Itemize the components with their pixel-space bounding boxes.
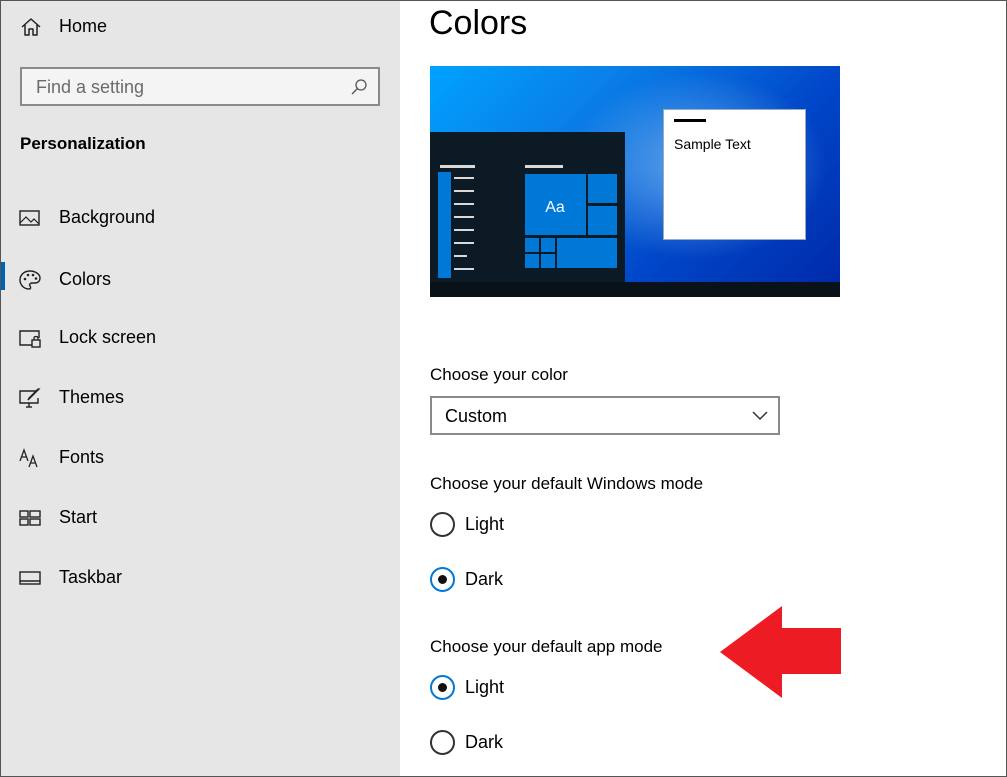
sidebar: Home Find a setting Personalization Back… [0, 0, 400, 777]
app-mode-label: Choose your default app mode [430, 637, 663, 656]
sidebar-item-label: Colors [59, 269, 112, 289]
preview-window-bar [674, 119, 706, 122]
radio-circle [430, 675, 455, 700]
main-content: Colors Aa Sample Text Choose your color … [400, 0, 1007, 777]
preview-start-menu-graphic: Aa [438, 165, 617, 278]
start-icon [19, 510, 41, 526]
radio-label: Light [465, 514, 505, 534]
sidebar-item-label: Lock screen [59, 327, 157, 347]
radio-label: Dark [465, 732, 504, 752]
page-title: Colors [429, 4, 528, 42]
preview-start-menu: Aa [430, 132, 625, 282]
radio-label: Dark [465, 569, 504, 589]
sidebar-item-background[interactable]: Background [0, 196, 400, 240]
radio-circle [430, 512, 455, 537]
preview-taskbar [430, 282, 840, 297]
sidebar-item-colors[interactable]: Colors [0, 258, 400, 302]
sidebar-item-taskbar[interactable]: Taskbar [0, 556, 400, 600]
radio-dot [438, 575, 447, 584]
home-icon [21, 18, 41, 36]
annotation-arrow-icon [720, 606, 841, 698]
preview-sample-window: Sample Text [663, 109, 806, 240]
lock-screen-icon [19, 330, 41, 348]
chevron-down-icon [752, 411, 768, 421]
sidebar-item-label: Taskbar [59, 567, 123, 587]
color-dropdown-value: Custom [445, 406, 508, 426]
windows-mode-label: Choose your default Windows mode [430, 474, 704, 493]
search-placeholder: Find a setting [36, 77, 145, 97]
sidebar-item-label: Fonts [59, 447, 105, 467]
sidebar-item-label: Start [59, 507, 98, 527]
taskbar-icon [19, 571, 41, 585]
app-mode-light-radio[interactable]: Light [430, 673, 630, 703]
windows-mode-light-radio[interactable]: Light [430, 510, 630, 540]
sidebar-item-themes[interactable]: Themes [0, 376, 400, 420]
sidebar-item-lock-screen[interactable]: Lock screen [0, 316, 400, 360]
radio-label: Light [465, 677, 505, 697]
fonts-icon [19, 448, 38, 468]
selection-indicator [0, 262, 5, 290]
radio-dot [438, 683, 447, 692]
sidebar-item-start[interactable]: Start [0, 496, 400, 540]
palette-icon [19, 270, 41, 290]
choose-color-label: Choose your color [430, 365, 568, 384]
home-label: Home [59, 16, 108, 36]
windows-mode-dark-radio[interactable]: Dark [430, 565, 630, 595]
app-mode-dark-radio[interactable]: Dark [430, 728, 630, 758]
preview-sample-text: Sample Text [674, 136, 751, 152]
search-input[interactable]: Find a setting [20, 67, 380, 106]
radio-circle [430, 567, 455, 592]
image-icon [19, 210, 40, 226]
section-title: Personalization [20, 134, 146, 153]
color-preview: Aa Sample Text [430, 66, 840, 297]
themes-icon [19, 388, 41, 408]
home-nav-item[interactable]: Home [0, 0, 400, 56]
sidebar-item-fonts[interactable]: Fonts [0, 436, 400, 480]
search-icon [351, 79, 367, 95]
color-dropdown[interactable]: Custom [430, 396, 780, 435]
sidebar-item-label: Background [59, 207, 156, 227]
preview-tile-text: Aa [545, 199, 565, 216]
sidebar-item-label: Themes [59, 387, 125, 407]
radio-circle [430, 730, 455, 755]
